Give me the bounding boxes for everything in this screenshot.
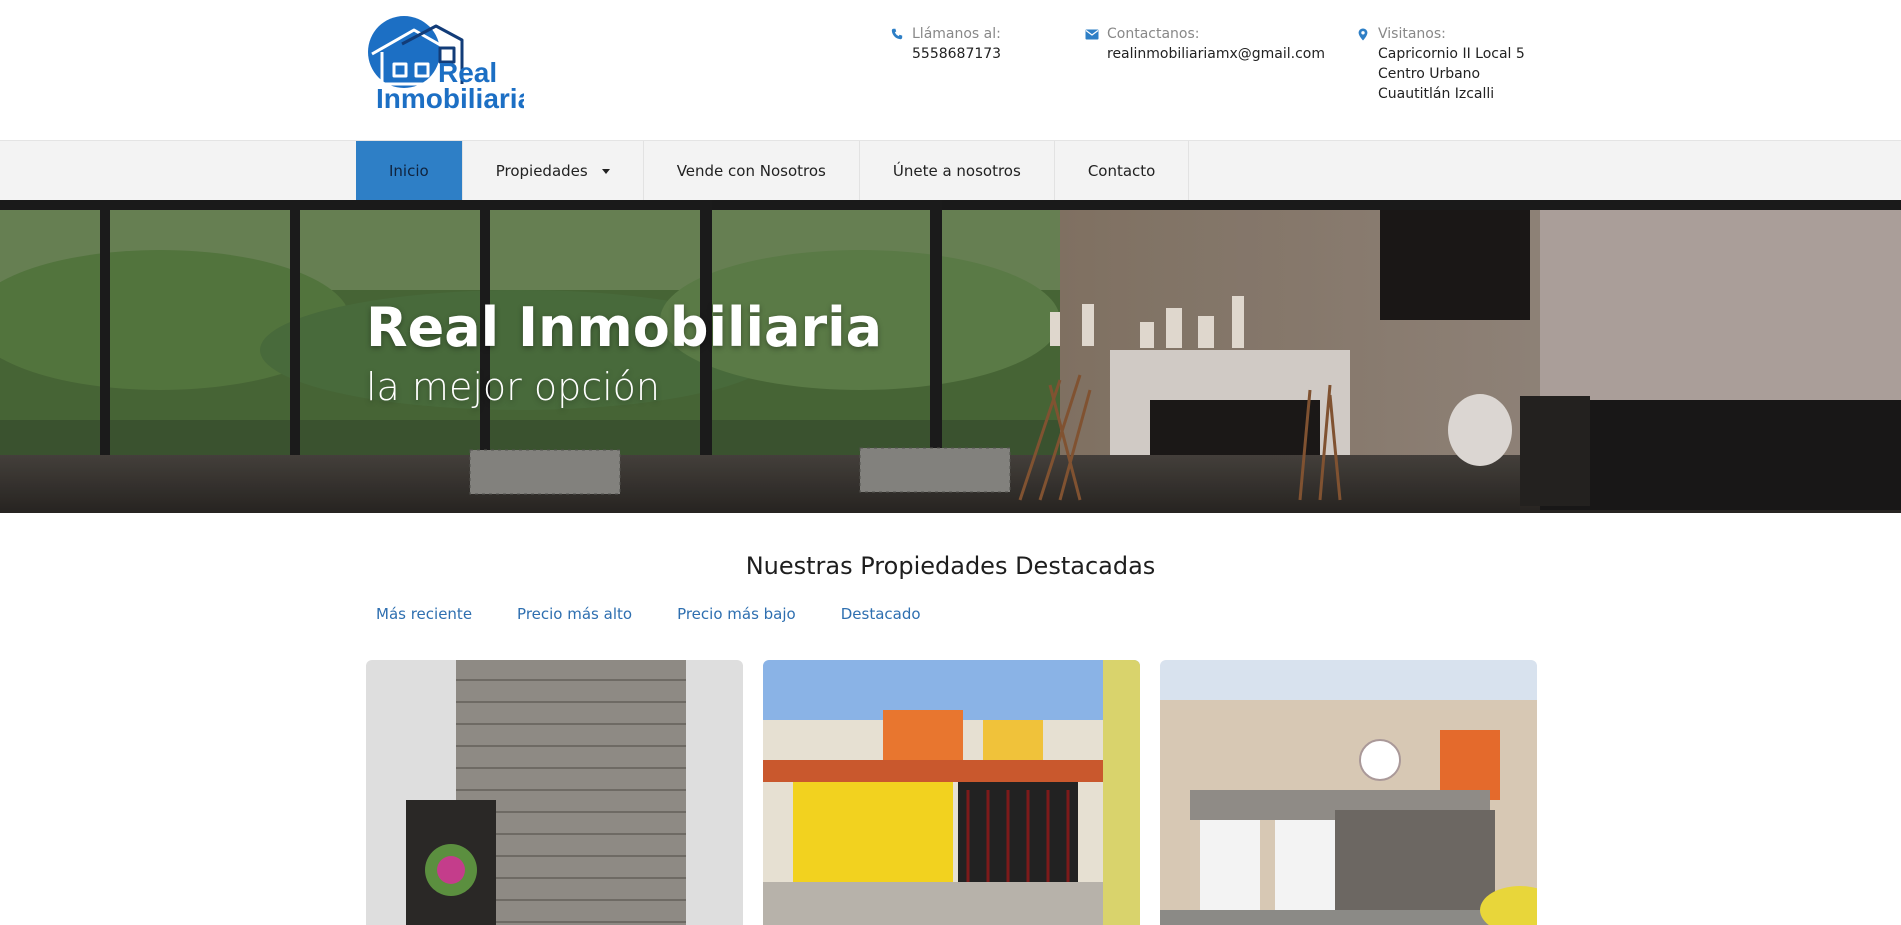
- nav-label: Únete a nosotros: [892, 162, 1021, 180]
- property-cards: [366, 660, 1537, 925]
- contact-phone: Llámanos al: 5558687173: [890, 24, 1001, 64]
- filter-price-high[interactable]: Precio más alto: [517, 605, 632, 623]
- email-label: Contactanos:: [1107, 26, 1200, 42]
- property-photo: [1160, 660, 1537, 925]
- property-card[interactable]: [366, 660, 743, 925]
- address-line-1: Capricornio II Local 5: [1378, 46, 1525, 62]
- nav-label: Propiedades: [495, 162, 588, 180]
- nav-label: Inicio: [389, 162, 429, 180]
- property-card[interactable]: [1160, 660, 1537, 925]
- logo-text-inmobiliaria: Inmobiliaria: [376, 83, 524, 114]
- nav-item-inicio[interactable]: Inicio: [356, 141, 463, 201]
- contact-address: Visitanos: Capricornio II Local 5 Centro…: [1356, 24, 1525, 104]
- featured-title: Nuestras Propiedades Destacadas: [745, 552, 1156, 580]
- filter-price-low[interactable]: Precio más bajo: [677, 605, 796, 623]
- address-line-2: Centro Urbano: [1378, 66, 1481, 82]
- property-filters: Más reciente Precio más alto Precio más …: [376, 605, 921, 623]
- address-line-3: Cuautitlán Izcalli: [1378, 86, 1495, 102]
- caret-down-icon: [601, 169, 610, 174]
- hero-background-image: [0, 200, 1901, 513]
- nav-label: Contacto: [1087, 162, 1156, 180]
- property-card[interactable]: [763, 660, 1140, 925]
- nav-item-vende[interactable]: Vende con Nosotros: [644, 141, 860, 201]
- nav-item-unete[interactable]: Únete a nosotros: [860, 141, 1055, 201]
- visit-label: Visitanos:: [1378, 26, 1446, 42]
- hero-banner: Real Inmobiliaria la mejor opción: [0, 200, 1901, 513]
- property-photo: [763, 660, 1140, 925]
- filter-recent[interactable]: Más reciente: [376, 605, 472, 623]
- hero-title: Real Inmobiliaria: [366, 296, 883, 359]
- main-navbar: Inicio Propiedades Vende con Nosotros Ún…: [0, 140, 1901, 201]
- map-marker-icon: [1356, 28, 1370, 41]
- filter-featured[interactable]: Destacado: [841, 605, 921, 623]
- property-photo: [366, 660, 743, 925]
- phone-label: Llámanos al:: [912, 26, 1001, 42]
- envelope-icon: [1085, 29, 1099, 40]
- hero-subtitle: la mejor opción: [366, 365, 660, 409]
- site-header: Real Inmobiliaria Llámanos al: 555868717…: [0, 0, 1901, 140]
- nav-label: Vende con Nosotros: [676, 162, 826, 180]
- nav-item-contacto[interactable]: Contacto: [1055, 141, 1190, 201]
- site-logo[interactable]: Real Inmobiliaria: [366, 14, 524, 114]
- nav-item-propiedades[interactable]: Propiedades: [463, 141, 644, 201]
- contact-email: Contactanos: realinmobiliariamx@gmail.co…: [1085, 24, 1325, 64]
- email-value[interactable]: realinmobiliariamx@gmail.com: [1085, 44, 1325, 64]
- phone-value[interactable]: 5558687173: [890, 44, 1001, 64]
- phone-icon: [890, 28, 904, 40]
